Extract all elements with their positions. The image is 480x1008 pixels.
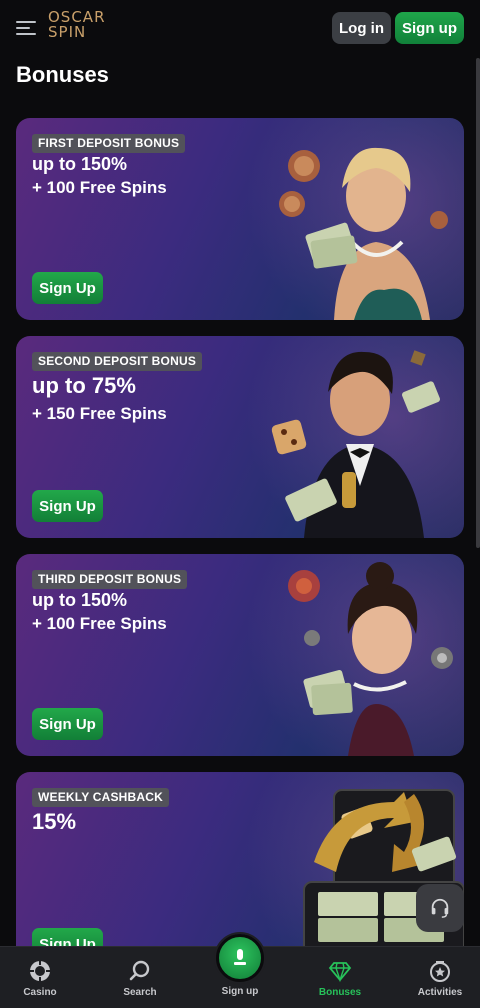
diamond-icon — [328, 962, 352, 983]
bonus-badge: SECOND DEPOSIT BONUS — [32, 352, 203, 371]
bonus-headline: up to 150% — [32, 154, 128, 174]
chip-icon — [30, 961, 50, 981]
star-badge-icon — [430, 961, 450, 982]
hamburger-icon[interactable] — [16, 18, 40, 38]
nav-bonuses-label: Bonuses — [318, 987, 362, 998]
bonus-subline: + 150 Free Spins — [32, 404, 167, 423]
nav-signup[interactable] — [216, 934, 264, 982]
bonus-badge: FIRST DEPOSIT BONUS — [32, 134, 186, 153]
nav-bonuses[interactable]: Bonuses — [300, 947, 380, 1008]
bonus-illustration — [288, 562, 453, 756]
logo-bottom-text: SPIN — [48, 23, 87, 41]
page-title: Bonuses — [16, 62, 109, 87]
bonus-badge: THIRD DEPOSIT BONUS — [32, 570, 188, 589]
bonus-headline: up to 75% — [32, 373, 136, 398]
headset-icon[interactable] — [416, 884, 464, 932]
bonus-headline: 15% — [32, 809, 77, 834]
bonus-card-second-deposit[interactable]: SECOND DEPOSIT BONUS up to 75% + 150 Fre… — [16, 336, 464, 538]
card-signup-button[interactable]: Sign Up — [32, 490, 103, 522]
nav-casino[interactable]: Casino — [0, 947, 80, 1008]
header: OSCAR SPIN Log in Sign up — [0, 0, 480, 56]
bonus-card-first-deposit[interactable]: FIRST DEPOSIT BONUS up to 150% + 100 Fre… — [16, 118, 464, 320]
nav-search[interactable]: Search — [100, 947, 180, 1008]
microphone-icon — [234, 949, 246, 965]
bonus-illustration — [279, 147, 448, 320]
search-icon — [129, 960, 150, 981]
login-button[interactable]: Log in — [332, 12, 391, 44]
nav-activities[interactable]: Activities — [400, 947, 480, 1008]
card-signup-button[interactable]: Sign Up — [32, 708, 103, 740]
bonus-card-third-deposit[interactable]: THIRD DEPOSIT BONUS up to 150% + 100 Fre… — [16, 554, 464, 756]
bonus-illustration — [271, 350, 440, 538]
bonus-subline: + 100 Free Spins — [32, 614, 167, 633]
nav-search-label: Search — [123, 987, 157, 998]
bonus-subline: + 100 Free Spins — [32, 178, 167, 197]
card-signup-button[interactable]: Sign Up — [32, 272, 103, 304]
logo[interactable]: OSCAR SPIN — [48, 10, 120, 44]
scrollbar[interactable] — [476, 58, 480, 548]
nav-signup-label: Sign up — [221, 986, 259, 997]
bonus-badge: WEEKLY CASHBACK — [32, 788, 170, 807]
nav-activities-label: Activities — [417, 987, 463, 998]
bonus-illustration — [303, 789, 464, 962]
bonus-headline: up to 150% — [32, 590, 128, 610]
nav-casino-label: Casino — [23, 987, 57, 998]
header-signup-button[interactable]: Sign up — [395, 12, 464, 44]
